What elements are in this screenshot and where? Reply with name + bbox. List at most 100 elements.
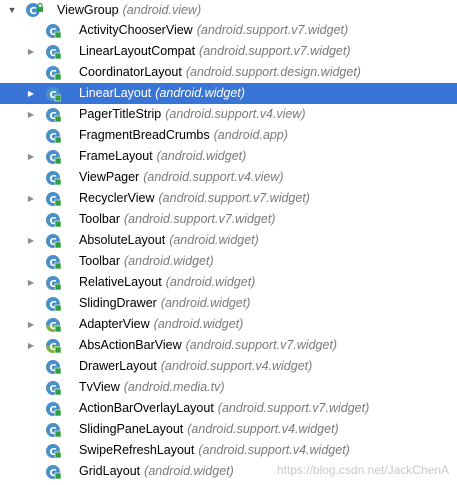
class-icon: C (46, 87, 61, 102)
class-icon: C (46, 129, 61, 144)
class-icon: C (46, 444, 61, 459)
tree-item-label: TvView (android.media.tv) (79, 377, 225, 398)
watermark: https://blog.csdn.net/JackChenA (276, 463, 449, 477)
tree-item[interactable]: C TvView (android.media.tv) (0, 377, 457, 398)
class-name: RecyclerView (79, 191, 155, 205)
collapse-arrow-icon[interactable]: ▼ (6, 0, 18, 20)
expand-arrow-icon[interactable]: ▶ (25, 41, 37, 62)
class-name: DrawerLayout (79, 359, 157, 373)
tree-item[interactable]: ▶ C LinearLayoutCompat (android.support.v7.… (0, 41, 457, 62)
tree-item[interactable]: ▶ C PagerTitleStrip (android.support.v4.vie… (0, 104, 457, 125)
package-name: (android.media.tv) (123, 380, 225, 394)
class-name: Toolbar (79, 254, 120, 268)
hierarchy-tree: ▼ C ViewGroup (android.view) C ActivityCho… (0, 0, 457, 482)
package-name: (android.widget) (156, 149, 247, 163)
tree-item[interactable]: C ViewPager (android.support.v4.view) (0, 167, 457, 188)
package-name: (android.support.v7.widget) (217, 401, 370, 415)
expand-arrow-icon[interactable]: ▶ (25, 188, 37, 209)
expand-arrow-icon[interactable]: ▶ (25, 230, 37, 251)
package-name: (android.support.v7.widget) (124, 212, 276, 226)
class-name: LinearLayoutCompat (79, 44, 196, 58)
class-icon: C (46, 381, 61, 396)
tree-item[interactable]: C ActivityChooserView (android.support.v7.… (0, 20, 457, 41)
expand-arrow-icon[interactable]: ▶ (25, 335, 37, 356)
tree-item-label: AbsActionBarView (android.support.v7.widg… (79, 335, 337, 356)
tree-item-label: SlidingPaneLayout (android.support.v4.wid… (79, 419, 339, 440)
class-icon: C (46, 423, 61, 438)
class-name: ActionBarOverlayLayout (79, 401, 214, 415)
tree-item-label: AbsoluteLayout (android.widget) (79, 230, 259, 251)
class-icon: C (46, 402, 61, 417)
tree-item-label: GridLayout (android.widget) (79, 461, 234, 482)
tree-item-label: SlidingDrawer (android.widget) (79, 293, 250, 314)
package-name: (android.support.v4.widget) (187, 422, 339, 436)
class-name: AbsActionBarView (79, 338, 182, 352)
tree-item[interactable]: C SlidingDrawer (android.widget) (0, 293, 457, 314)
package-name: (android.widget) (169, 233, 259, 247)
class-name: Toolbar (79, 212, 120, 226)
class-name: TvView (79, 380, 120, 394)
expand-arrow-icon[interactable]: ▶ (25, 83, 37, 104)
tree-item-label: SwipeRefreshLayout (android.support.v4.wi… (79, 440, 350, 461)
class-name: RelativeLayout (79, 275, 162, 289)
class-icon: C (46, 66, 61, 81)
tree-item-label: Toolbar (android.widget) (79, 251, 214, 272)
tree-item-label: AdapterView (android.widget) (79, 314, 243, 335)
package-name: (android.widget) (144, 464, 234, 478)
package-name: (android.widget) (155, 86, 245, 100)
class-icon: C (46, 276, 61, 291)
class-name: AdapterView (79, 317, 150, 331)
package-name: (android.widget) (160, 296, 251, 310)
expand-arrow-icon[interactable]: ▶ (25, 272, 37, 293)
class-icon: C (46, 192, 61, 207)
tree-item-label: ViewPager (android.support.v4.view) (79, 167, 284, 188)
tree-item-label: FrameLayout (android.widget) (79, 146, 246, 167)
package-name: (android.widget) (153, 317, 244, 331)
tree-item[interactable]: ▶ C AbsActionBarView (android.support.v7.wi… (0, 335, 457, 356)
tree-item[interactable]: C ActionBarOverlayLayout (android.support.… (0, 398, 457, 419)
tree-item[interactable]: C Toolbar (android.widget) (0, 251, 457, 272)
tree-item[interactable]: C Toolbar (android.support.v7.widget) (0, 209, 457, 230)
package-name: (android.support.v7.widget) (158, 191, 310, 205)
tree-item[interactable]: C DrawerLayout (android.support.v4.widget) (0, 356, 457, 377)
class-name: CoordinatorLayout (79, 65, 182, 79)
class-icon: C (46, 108, 61, 123)
class-abstract-icon: C (46, 24, 61, 39)
tree-item-label: Toolbar (android.support.v7.widget) (79, 209, 275, 230)
package-name: (android.support.v4.view) (165, 107, 306, 121)
package-name: (android.support.v4.widget) (198, 443, 350, 457)
tree-item[interactable]: C CoordinatorLayout (android.support.desig… (0, 62, 457, 83)
expand-arrow-icon[interactable]: ▶ (25, 146, 37, 167)
tree-item-label: LinearLayout (android.widget) (79, 83, 245, 104)
package-name: (android.support.v7.widget) (196, 23, 349, 37)
class-icon: C (46, 150, 61, 165)
tree-item[interactable]: C SwipeRefreshLayout (android.support.v4.w… (0, 440, 457, 461)
tree-item[interactable]: ▶ C FrameLayout (android.widget) (0, 146, 457, 167)
class-name: PagerTitleStrip (79, 107, 162, 121)
tree-root-viewgroup[interactable]: ▼ C ViewGroup (android.view) (0, 0, 457, 20)
class-icon: C (46, 465, 61, 480)
class-name: ActivityChooserView (79, 23, 193, 37)
package-name: (android.support.design.widget) (185, 65, 361, 79)
class-name: ViewPager (79, 170, 140, 184)
expand-arrow-icon[interactable]: ▶ (25, 104, 37, 125)
lock-icon (37, 3, 43, 12)
package-name: (android.support.v4.view) (143, 170, 284, 184)
tree-item[interactable]: ▶ C AdapterView (android.widget) (0, 314, 457, 335)
tree-item-label: RelativeLayout (android.widget) (79, 272, 255, 293)
class-name: SlidingPaneLayout (79, 422, 184, 436)
tree-item[interactable]: ▶ C AbsoluteLayout (android.widget) (0, 230, 457, 251)
class-name: SwipeRefreshLayout (79, 443, 195, 457)
tree-item[interactable]: C SlidingPaneLayout (android.support.v4.wi… (0, 419, 457, 440)
expand-arrow-icon[interactable]: ▶ (25, 314, 37, 335)
package-name: (android.app) (213, 128, 288, 142)
package-name: (android.widget) (165, 275, 256, 289)
tree-item[interactable]: C FragmentBreadCrumbs (android.app) (0, 125, 457, 146)
abstract-class-icon: C (46, 318, 61, 333)
class-icon: C (46, 360, 61, 375)
tree-item[interactable]: ▶ C RecyclerView (android.support.v7.widget… (0, 188, 457, 209)
tree-item-label: DrawerLayout (android.support.v4.widget) (79, 356, 312, 377)
tree-item[interactable]: ▶ C LinearLayout (android.widget) (0, 83, 457, 104)
tree-item[interactable]: ▶ C RelativeLayout (android.widget) (0, 272, 457, 293)
package-name: (android.support.v4.widget) (160, 359, 313, 373)
